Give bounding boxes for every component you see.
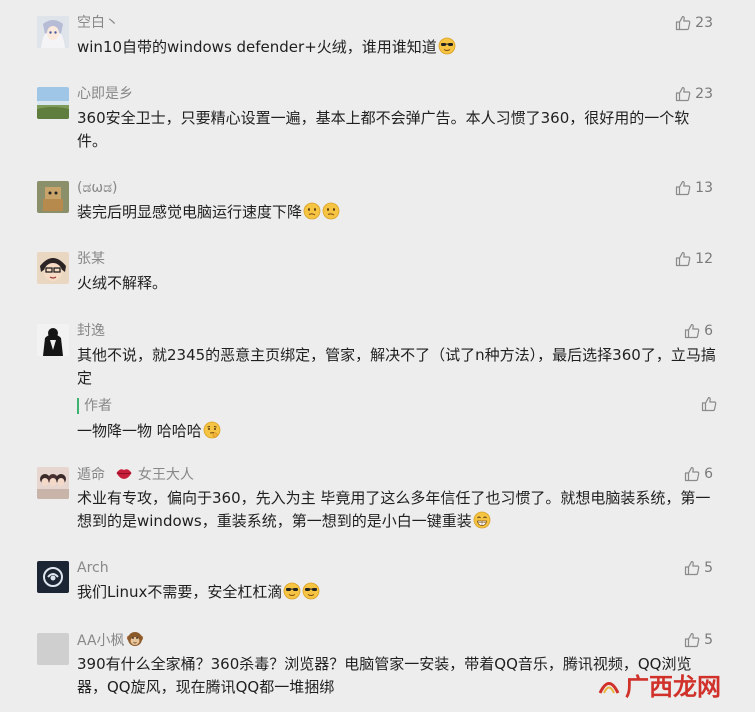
comment-author[interactable]: AA小枫	[77, 630, 144, 651]
watermark-logo-icon	[598, 681, 620, 694]
like-button[interactable]: 13	[675, 178, 713, 198]
like-count: 5	[704, 632, 713, 648]
avatar[interactable]	[37, 181, 69, 213]
reply-like-button[interactable]	[701, 396, 717, 412]
like-button[interactable]: 23	[675, 84, 713, 104]
comment-author[interactable]: 心即是乡	[77, 84, 133, 104]
thumbs-up-icon	[675, 86, 691, 102]
thumbs-up-icon	[684, 466, 700, 482]
like-button[interactable]: 5	[684, 558, 713, 578]
thumbs-up-icon	[675, 251, 691, 267]
cool-emoji-icon	[302, 582, 320, 600]
avatar[interactable]	[37, 561, 69, 593]
comment-text: 装完后明显感觉电脑运行速度下降	[77, 201, 717, 224]
like-button[interactable]: 6	[684, 321, 713, 341]
comment-text: 我们Linux不需要，安全杠杠滴	[77, 581, 717, 604]
avatar[interactable]	[37, 324, 69, 356]
comment-author[interactable]: Arch	[77, 558, 109, 578]
reply-text: 一物降一物 哈哈哈	[77, 420, 717, 443]
comment-text: 术业有专攻，偏向于360，先入为主 毕竟用了这么多年信任了也习惯了。就想电脑装系…	[77, 489, 711, 530]
like-count: 12	[695, 251, 713, 267]
reply-author-label: 作者	[77, 398, 717, 414]
comment-text: win10自带的windows defender+火绒，谁用谁知道	[77, 36, 717, 59]
avatar[interactable]	[37, 16, 69, 48]
confused-emoji-icon	[303, 202, 321, 220]
thumbs-up-icon	[675, 180, 691, 196]
like-button[interactable]: 6	[684, 464, 713, 484]
thinking-emoji-icon	[203, 421, 221, 439]
thumbs-up-icon	[684, 632, 700, 648]
thumbs-up-icon	[684, 323, 700, 339]
like-button[interactable]: 5	[684, 630, 713, 650]
comment-text: 火绒不解释。	[77, 274, 168, 292]
avatar[interactable]	[37, 467, 69, 499]
author-reply: 作者 一物降一物 哈哈哈	[77, 398, 717, 443]
thumbs-up-icon	[684, 560, 700, 576]
cool-emoji-icon	[438, 37, 456, 55]
grin-emoji-icon	[473, 511, 491, 529]
site-watermark: 广西龙网	[596, 667, 721, 702]
like-count: 13	[695, 180, 713, 196]
confused-emoji-icon	[322, 202, 340, 220]
monkey-emoji-icon	[126, 630, 144, 648]
like-count: 5	[704, 560, 713, 576]
comment-author[interactable]: 张某	[77, 249, 105, 269]
comment-text: 360安全卫士，只要精心设置一遍，基本上都不会弹广告。本人习惯了360，很好用的…	[77, 109, 690, 150]
like-count: 6	[704, 466, 713, 482]
comment-author[interactable]: (ಡωಡ)	[77, 178, 117, 198]
avatar[interactable]	[37, 252, 69, 284]
comment-author[interactable]: 封逸	[77, 321, 105, 341]
comment-author[interactable]: 遁命 女王大人	[77, 464, 194, 485]
comment-author[interactable]: 空白丶	[77, 13, 119, 33]
avatar[interactable]	[37, 633, 69, 665]
like-count: 23	[695, 86, 713, 102]
lips-icon	[115, 464, 133, 482]
avatar[interactable]	[37, 87, 69, 119]
like-count: 23	[695, 15, 713, 31]
like-button[interactable]: 12	[675, 249, 713, 269]
thumbs-up-icon	[675, 15, 691, 31]
like-button[interactable]: 23	[675, 13, 713, 33]
like-count: 6	[704, 323, 713, 339]
cool-emoji-icon	[283, 582, 301, 600]
thumbs-up-icon	[701, 396, 717, 412]
comment-text: 其他不说，就2345的恶意主页绑定，管家，解决不了（试了n种方法），最后选择36…	[77, 346, 716, 387]
